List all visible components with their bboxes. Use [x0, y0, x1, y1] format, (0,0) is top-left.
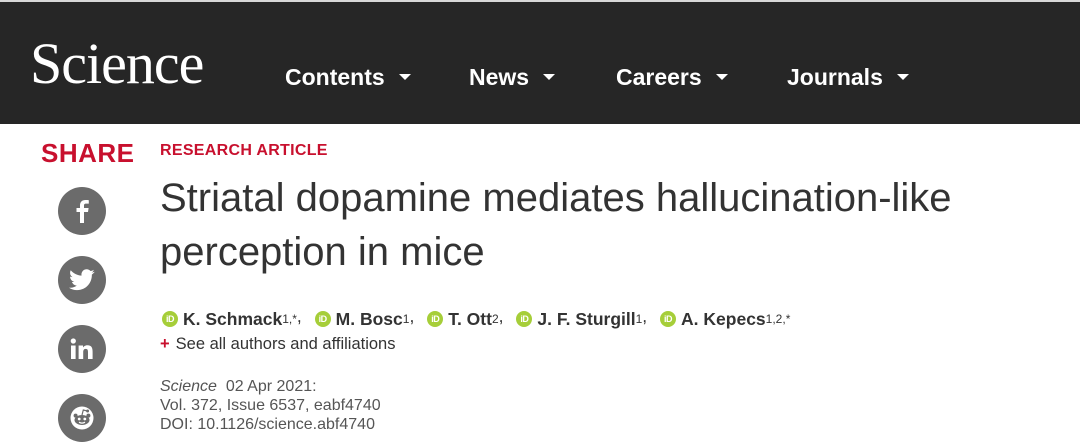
article-type-label: RESEARCH ARTICLE [160, 142, 328, 159]
author-name: J. F. Sturgill [537, 309, 636, 329]
article-title: Striatal dopamine mediates hallucination… [160, 176, 952, 274]
nav-journals-label: Journals [787, 64, 883, 90]
volume-issue: Vol. 372, Issue 6537, eabf4740 [160, 397, 381, 414]
linkedin-share-button[interactable] [58, 325, 106, 373]
see-all-authors-link[interactable]: + See all authors and affiliations [160, 333, 395, 355]
orcid-icon[interactable]: iD [162, 311, 178, 327]
author-link[interactable]: iD K. Schmack 1,* [162, 307, 297, 331]
orcid-icon[interactable]: iD [516, 311, 533, 327]
science-logo[interactable]: Science [30, 32, 204, 96]
doi[interactable]: DOI: 10.1126/science.abf4740 [160, 415, 381, 434]
author-link[interactable]: iD M. Bosc 1 [314, 307, 409, 331]
chevron-down-icon [715, 74, 728, 80]
plus-icon: + [160, 335, 170, 353]
author-name: T. Ott [448, 309, 492, 329]
citation-block: Science 02 Apr 2021: Vol. 372, Issue 653… [160, 377, 381, 434]
linkedin-icon [70, 338, 93, 359]
nav-contents[interactable]: Contents [285, 62, 411, 92]
author-link[interactable]: iD J. F. Sturgill 1 [516, 307, 642, 331]
author-affiliation-sup: 2 [491, 312, 499, 326]
nav-journals[interactable]: Journals [787, 62, 909, 92]
orcid-icon[interactable]: iD [314, 311, 331, 327]
reddit-icon [70, 406, 94, 430]
nav-news[interactable]: News [469, 62, 556, 92]
author-affiliation-sup: 1,2,* [765, 312, 791, 326]
publication-date: 02 Apr 2021: [225, 378, 317, 395]
facebook-icon [76, 200, 89, 223]
nav-news-label: News [469, 64, 530, 90]
author-name: K. Schmack [183, 309, 283, 329]
chevron-down-icon [398, 74, 411, 80]
author-link[interactable]: iD A. Kepecs 1,2,* [660, 307, 790, 331]
citation-journal-line: Science 02 Apr 2021: [160, 377, 381, 396]
facebook-share-button[interactable] [58, 187, 106, 235]
journal-name: Science [160, 378, 217, 395]
reddit-share-button[interactable] [58, 394, 106, 442]
nav-contents-label: Contents [285, 64, 385, 90]
author-list: iD K. Schmack 1,* , iD M. Bosc 1 , iD T. O… [162, 304, 790, 331]
orcid-icon[interactable]: iD [427, 311, 444, 327]
author-name: M. Bosc [335, 309, 403, 329]
twitter-share-button[interactable] [58, 256, 106, 304]
twitter-icon [69, 269, 95, 291]
author-name: A. Kepecs [681, 309, 766, 329]
orcid-icon[interactable]: iD [660, 311, 677, 327]
site-header: Science Contents News Careers Journals [0, 2, 1080, 124]
chevron-down-icon [896, 74, 909, 80]
see-all-authors-label: See all authors and affiliations [175, 335, 396, 353]
author-affiliation-sup: 1,* [282, 312, 297, 326]
share-heading: SHARE [41, 138, 135, 168]
nav-careers-label: Careers [616, 64, 702, 90]
nav-careers[interactable]: Careers [616, 62, 728, 92]
chevron-down-icon [543, 74, 556, 80]
author-link[interactable]: iD T. Ott 2 [427, 307, 499, 331]
